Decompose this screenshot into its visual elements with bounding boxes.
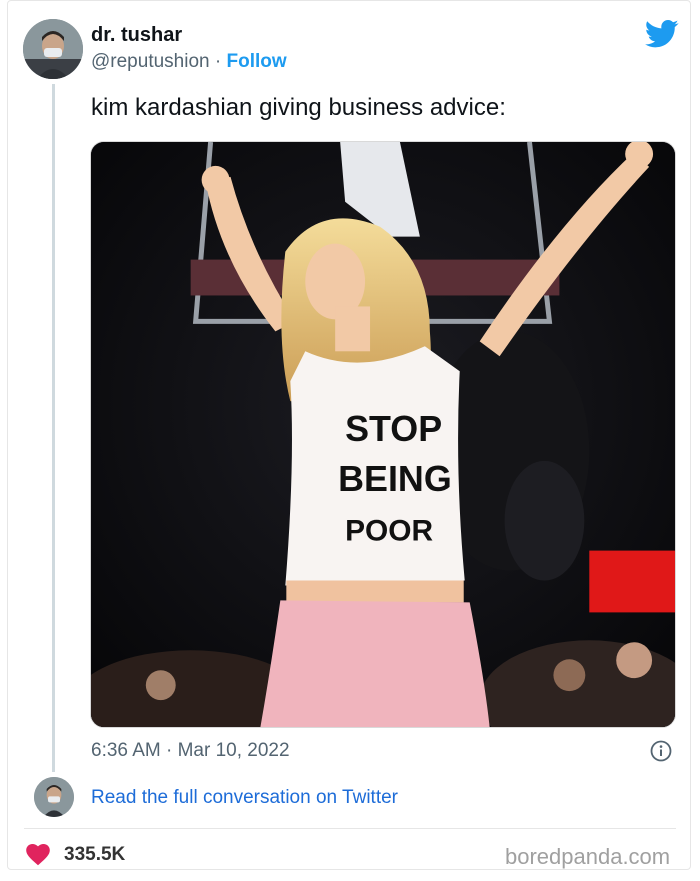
tweet-photo[interactable]: STOP BEING POOR [90, 141, 676, 728]
follow-button[interactable]: Follow [226, 51, 286, 72]
tweet-text: kim kardashian giving business advice: [91, 94, 506, 121]
separator: · [209, 51, 227, 72]
shirt-text-line-3: POOR [345, 515, 433, 548]
like-count: 335.5K [64, 844, 126, 865]
thread-line [52, 84, 55, 772]
tweet-timestamp[interactable]: 6:36 AM · Mar 10, 2022 [91, 740, 290, 762]
shirt-text-line-1: STOP [345, 409, 442, 449]
twitter-bird-icon[interactable] [645, 19, 679, 49]
watermark: boredpanda.com [505, 844, 671, 869]
display-name[interactable]: dr. tushar [91, 24, 182, 47]
author-avatar-small[interactable] [34, 777, 74, 817]
handle-row: @reputushion · Follow [91, 51, 287, 73]
author-handle[interactable]: @reputushion [91, 51, 210, 72]
divider [24, 828, 676, 829]
heart-icon[interactable] [26, 844, 50, 866]
shirt-text-line-2: BEING [338, 459, 452, 499]
author-avatar[interactable] [23, 19, 83, 79]
info-icon[interactable] [650, 740, 672, 762]
read-conversation-link[interactable]: Read the full conversation on Twitter [91, 787, 398, 809]
